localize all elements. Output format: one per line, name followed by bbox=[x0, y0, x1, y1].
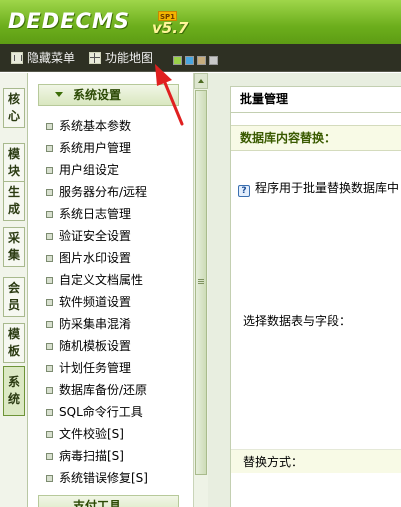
tab-core[interactable]: 核心 bbox=[3, 88, 25, 128]
replace-method-label: 替换方式： bbox=[231, 449, 401, 473]
menu-list: 系统基本参数 系统用户管理 用户组设定 服务器分布/远程 系统日志管理 验证安全… bbox=[46, 115, 148, 489]
tab-system[interactable]: 系统 bbox=[3, 366, 25, 416]
tab-core-label: 核心 bbox=[8, 92, 21, 123]
menu-heading-payment-tools[interactable]: 支付工具 bbox=[38, 495, 179, 507]
tab-modules[interactable]: 模块 bbox=[3, 143, 25, 183]
collapse-arrow-icon bbox=[55, 92, 63, 97]
sidebar-menu: 系统设置 系统基本参数 系统用户管理 用户组设定 服务器分布/远程 系统日志管理… bbox=[28, 73, 193, 507]
tab-members[interactable]: 会员 bbox=[3, 277, 25, 317]
tab-templates[interactable]: 模板 bbox=[3, 323, 25, 363]
function-map-label: 功能地图 bbox=[105, 51, 154, 65]
tab-modules-label: 模块 bbox=[8, 147, 21, 178]
menu-heading-system-settings[interactable]: 系统设置 bbox=[38, 84, 179, 106]
skin-swatch-gray[interactable] bbox=[209, 56, 218, 65]
tab-generate-label: 生成 bbox=[8, 185, 21, 216]
section-title: 数据库内容替换： bbox=[231, 125, 401, 151]
hide-menu-button[interactable]: 隐藏菜单 bbox=[11, 51, 75, 65]
menu-item-anti-scrape[interactable]: 防采集串混淆 bbox=[46, 313, 148, 335]
hide-menu-label: 隐藏菜单 bbox=[27, 51, 76, 65]
tab-collect[interactable]: 采集 bbox=[3, 227, 25, 267]
menu-item-basic-params[interactable]: 系统基本参数 bbox=[46, 115, 148, 137]
scroll-up-arrow-icon[interactable] bbox=[194, 73, 208, 89]
main-content: 批量管理 数据库内容替换： ? 程序用于批量替换数据库中 选择数据表与字段： 替换… bbox=[208, 73, 401, 507]
menu-item-file-check[interactable]: 文件校验[S] bbox=[46, 423, 148, 445]
dedecms-logo: DEDECMS bbox=[8, 9, 130, 33]
menu-item-scheduled-tasks[interactable]: 计划任务管理 bbox=[46, 357, 148, 379]
sidebar-scrollbar[interactable] bbox=[193, 73, 208, 507]
info-row: ? 程序用于批量替换数据库中 bbox=[238, 179, 399, 197]
app-header: DEDECMS SP1 v5.7 bbox=[0, 0, 401, 44]
menu-heading2-label: 支付工具 bbox=[73, 499, 122, 507]
grid-map-icon bbox=[89, 52, 101, 64]
menu-item-software-channel[interactable]: 软件频道设置 bbox=[46, 291, 148, 313]
page-title: 批量管理 bbox=[231, 87, 401, 113]
vertical-tab-bar: 核心 模块 生成 采集 会员 模板 系统 bbox=[0, 73, 28, 507]
menu-item-user-management[interactable]: 系统用户管理 bbox=[46, 137, 148, 159]
menu-item-db-backup[interactable]: 数据库备份/还原 bbox=[46, 379, 148, 401]
menu-heading-label: 系统设置 bbox=[73, 88, 122, 102]
menu-item-custom-attributes[interactable]: 自定义文档属性 bbox=[46, 269, 148, 291]
version-label: v5.7 bbox=[152, 19, 189, 37]
menu-item-watermark[interactable]: 图片水印设置 bbox=[46, 247, 148, 269]
tab-system-label: 系统 bbox=[8, 375, 21, 406]
content-panel: 批量管理 数据库内容替换： ? 程序用于批量替换数据库中 选择数据表与字段： 替换… bbox=[230, 86, 401, 507]
skin-swatch-blue[interactable] bbox=[185, 56, 194, 65]
tab-generate[interactable]: 生成 bbox=[3, 181, 25, 221]
help-icon: ? bbox=[238, 185, 250, 197]
skin-swatch-tan[interactable] bbox=[197, 56, 206, 65]
function-map-button[interactable]: 功能地图 bbox=[89, 51, 153, 65]
menu-item-sql-tool[interactable]: SQL命令行工具 bbox=[46, 401, 148, 423]
hide-menu-icon bbox=[11, 52, 23, 64]
menu-item-user-groups[interactable]: 用户组设定 bbox=[46, 159, 148, 181]
tab-members-label: 会员 bbox=[8, 281, 21, 312]
scroll-thumb[interactable] bbox=[195, 90, 207, 475]
menu-item-random-template[interactable]: 随机模板设置 bbox=[46, 335, 148, 357]
menu-item-server-distribution[interactable]: 服务器分布/远程 bbox=[46, 181, 148, 203]
menu-item-virus-scan[interactable]: 病毒扫描[S] bbox=[46, 445, 148, 467]
skin-swatch-green[interactable] bbox=[173, 56, 182, 65]
tab-collect-label: 采集 bbox=[8, 231, 21, 262]
info-text: 程序用于批量替换数据库中 bbox=[255, 181, 400, 195]
select-table-label: 选择数据表与字段： bbox=[243, 314, 352, 328]
menu-item-error-repair[interactable]: 系统错误修复[S] bbox=[46, 467, 148, 489]
menu-item-security[interactable]: 验证安全设置 bbox=[46, 225, 148, 247]
top-toolbar: 隐藏菜单 功能地图 bbox=[0, 44, 401, 72]
menu-item-system-log[interactable]: 系统日志管理 bbox=[46, 203, 148, 225]
tab-templates-label: 模板 bbox=[8, 327, 21, 358]
